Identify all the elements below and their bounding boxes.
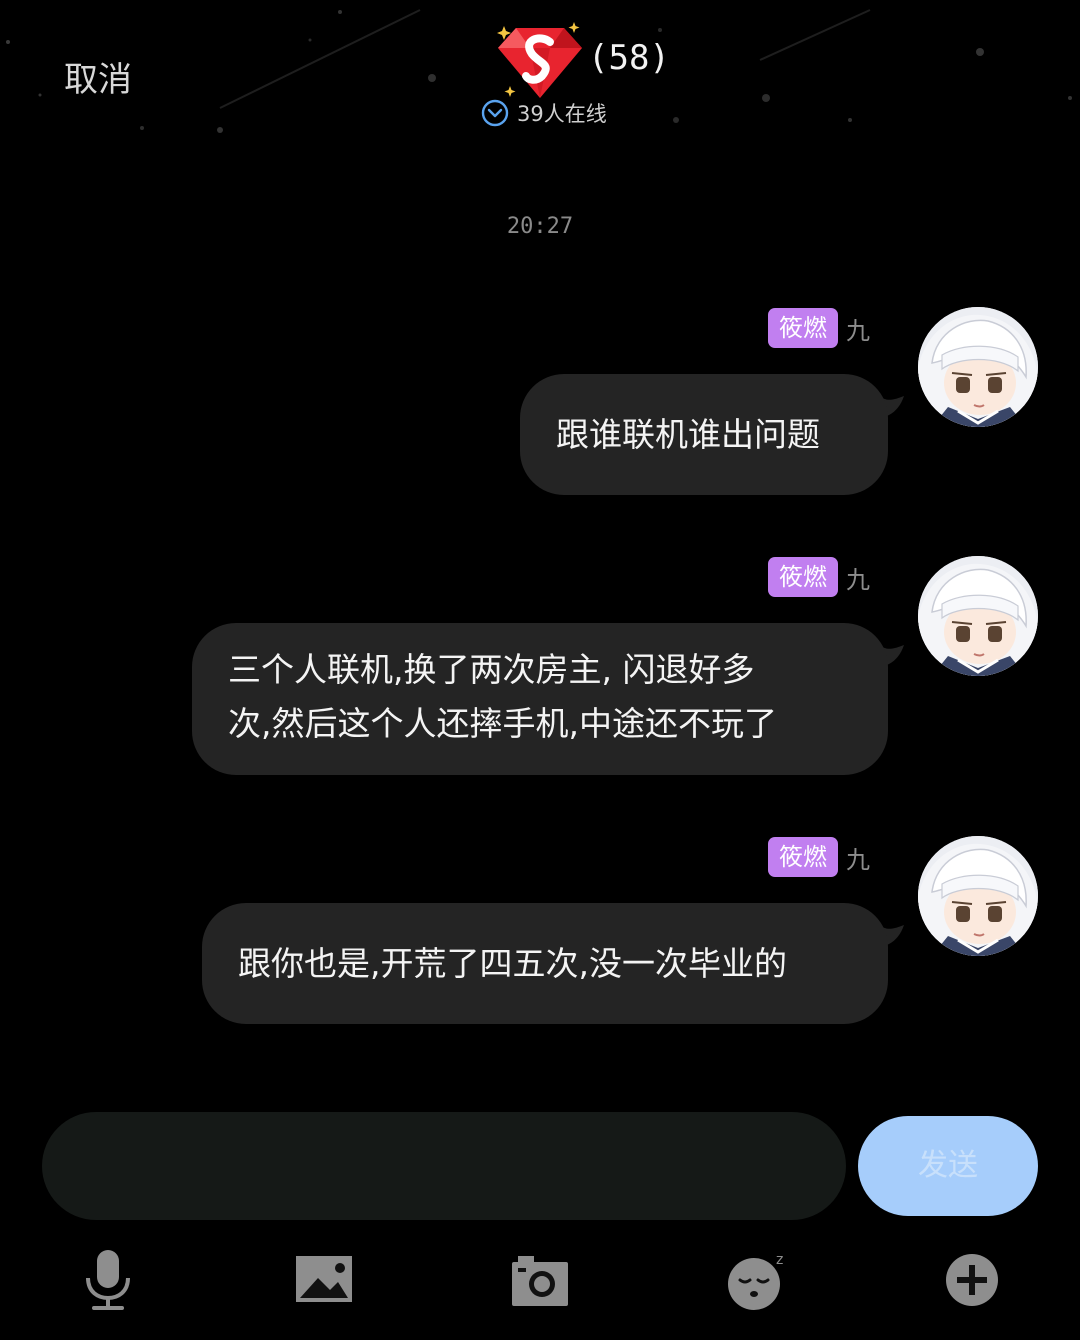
message-timestamp: 20:27 bbox=[506, 214, 574, 239]
microphone-icon[interactable] bbox=[76, 1248, 140, 1312]
message-bubble[interactable]: 跟你也是,开荒了四五次,没一次毕业的 bbox=[202, 903, 888, 1024]
sender-nickname: 九 bbox=[846, 565, 870, 594]
svg-text:z: z bbox=[776, 1252, 783, 1268]
online-count-text: 39人在线 bbox=[517, 102, 607, 126]
emoji-icon[interactable]: z bbox=[724, 1248, 788, 1312]
anime-avatar-icon bbox=[918, 307, 1038, 427]
member-count: (58) bbox=[588, 38, 670, 78]
message-input[interactable] bbox=[42, 1112, 846, 1220]
sender-info: 筱燃 九 bbox=[768, 556, 870, 598]
avatar[interactable] bbox=[918, 307, 1038, 427]
chevron-down-circle-icon bbox=[481, 99, 509, 127]
avatar[interactable] bbox=[918, 556, 1038, 676]
online-status[interactable]: 39人在线 bbox=[481, 98, 607, 128]
send-button[interactable]: 发送 bbox=[858, 1116, 1038, 1216]
member-tag: 筱燃 bbox=[768, 837, 838, 877]
image-icon[interactable] bbox=[292, 1248, 356, 1312]
anime-avatar-icon bbox=[918, 836, 1038, 956]
message-bubble[interactable]: 跟谁联机谁出问题 bbox=[520, 374, 888, 495]
sender-nickname: 九 bbox=[846, 316, 870, 345]
message-bubble[interactable]: 三个人联机,换了两次房主, 闪退好多 次,然后这个人还摔手机,中途还不玩了 bbox=[192, 623, 888, 775]
sender-info: 筱燃 九 bbox=[768, 836, 870, 878]
plus-icon[interactable] bbox=[940, 1248, 1004, 1312]
avatar[interactable] bbox=[918, 836, 1038, 956]
member-tag: 筱燃 bbox=[768, 308, 838, 348]
camera-icon[interactable] bbox=[508, 1248, 572, 1312]
member-tag: 筱燃 bbox=[768, 557, 838, 597]
sender-info: 筱燃 九 bbox=[768, 307, 870, 349]
anime-avatar-icon bbox=[918, 556, 1038, 676]
group-header: (58) bbox=[0, 10, 1080, 160]
sender-nickname: 九 bbox=[846, 845, 870, 874]
red-diamond-s-logo-icon bbox=[497, 22, 582, 98]
